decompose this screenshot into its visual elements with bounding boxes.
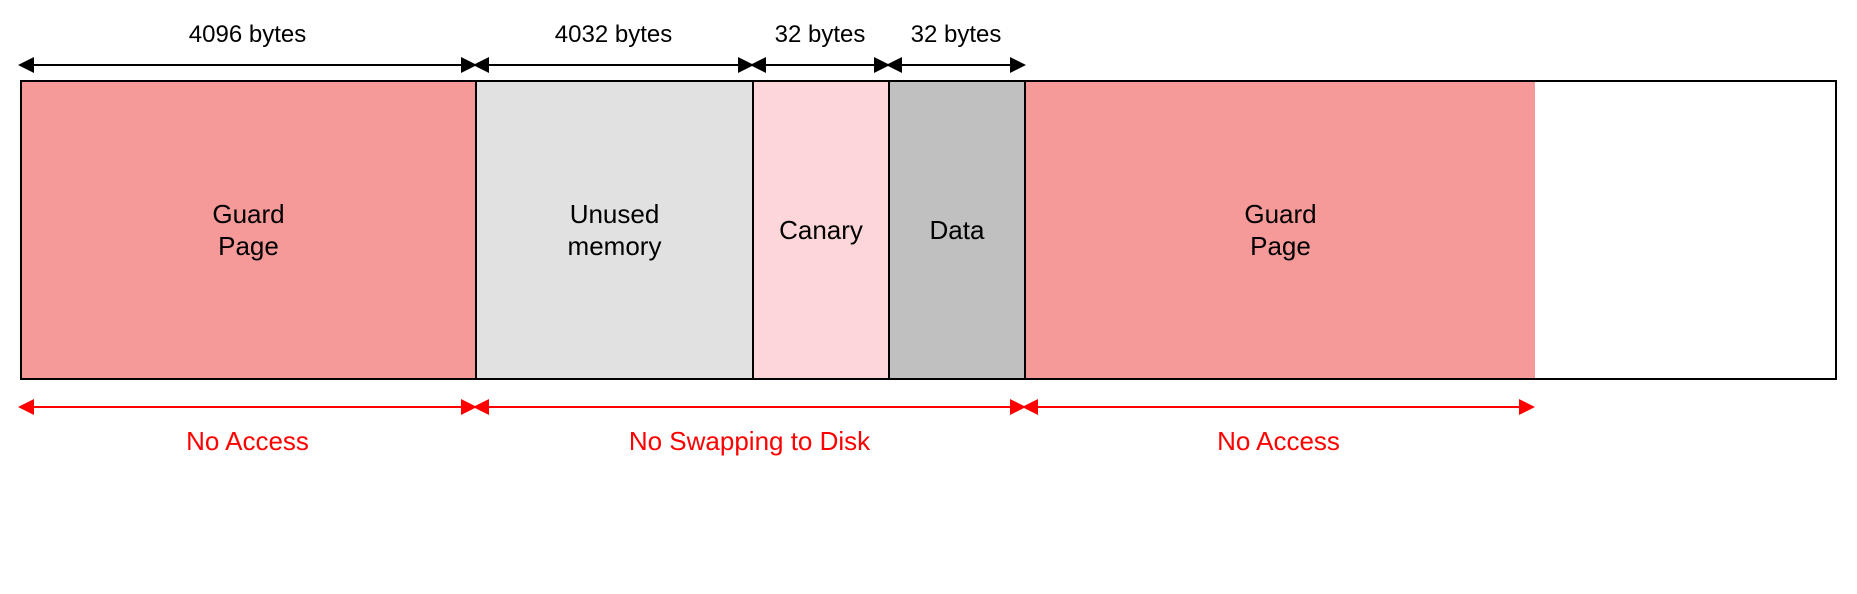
- top-size-labels-row: 4096 bytes 4032 bytes 32 bytes 32 bytes: [20, 20, 1837, 50]
- arrow-no-access-right: [1024, 406, 1533, 408]
- label-no-swapping: No Swapping to Disk: [475, 426, 1024, 457]
- arrow-canary: [752, 64, 888, 66]
- bottom-arrows-row: [20, 392, 1837, 422]
- memory-boxes: Guard Page Unused memory Canary Data Gua…: [20, 80, 1837, 380]
- size-label-guard-left: 4096 bytes: [20, 20, 475, 50]
- arrow-no-access-left: [20, 406, 475, 408]
- cell-canary: Canary: [754, 82, 890, 378]
- cell-data: Data: [890, 82, 1026, 378]
- size-label-canary: 32 bytes: [752, 20, 888, 50]
- memory-layout-diagram: 4096 bytes 4032 bytes 32 bytes 32 bytes …: [20, 20, 1837, 457]
- arrow-data: [888, 64, 1024, 66]
- arrow-unused: [475, 64, 752, 66]
- arrow-guard-left: [20, 64, 475, 66]
- cell-guard-page-right: Guard Page: [1026, 82, 1535, 378]
- arrow-no-swapping: [475, 406, 1024, 408]
- size-label-data: 32 bytes: [888, 20, 1024, 50]
- top-arrows-row: [20, 50, 1837, 80]
- label-no-access-left: No Access: [20, 426, 475, 457]
- size-label-unused: 4032 bytes: [475, 20, 752, 50]
- bottom-labels-row: No Access No Swapping to Disk No Access: [20, 426, 1837, 457]
- cell-unused-memory: Unused memory: [477, 82, 754, 378]
- label-no-access-right: No Access: [1024, 426, 1533, 457]
- cell-guard-page-left: Guard Page: [22, 82, 477, 378]
